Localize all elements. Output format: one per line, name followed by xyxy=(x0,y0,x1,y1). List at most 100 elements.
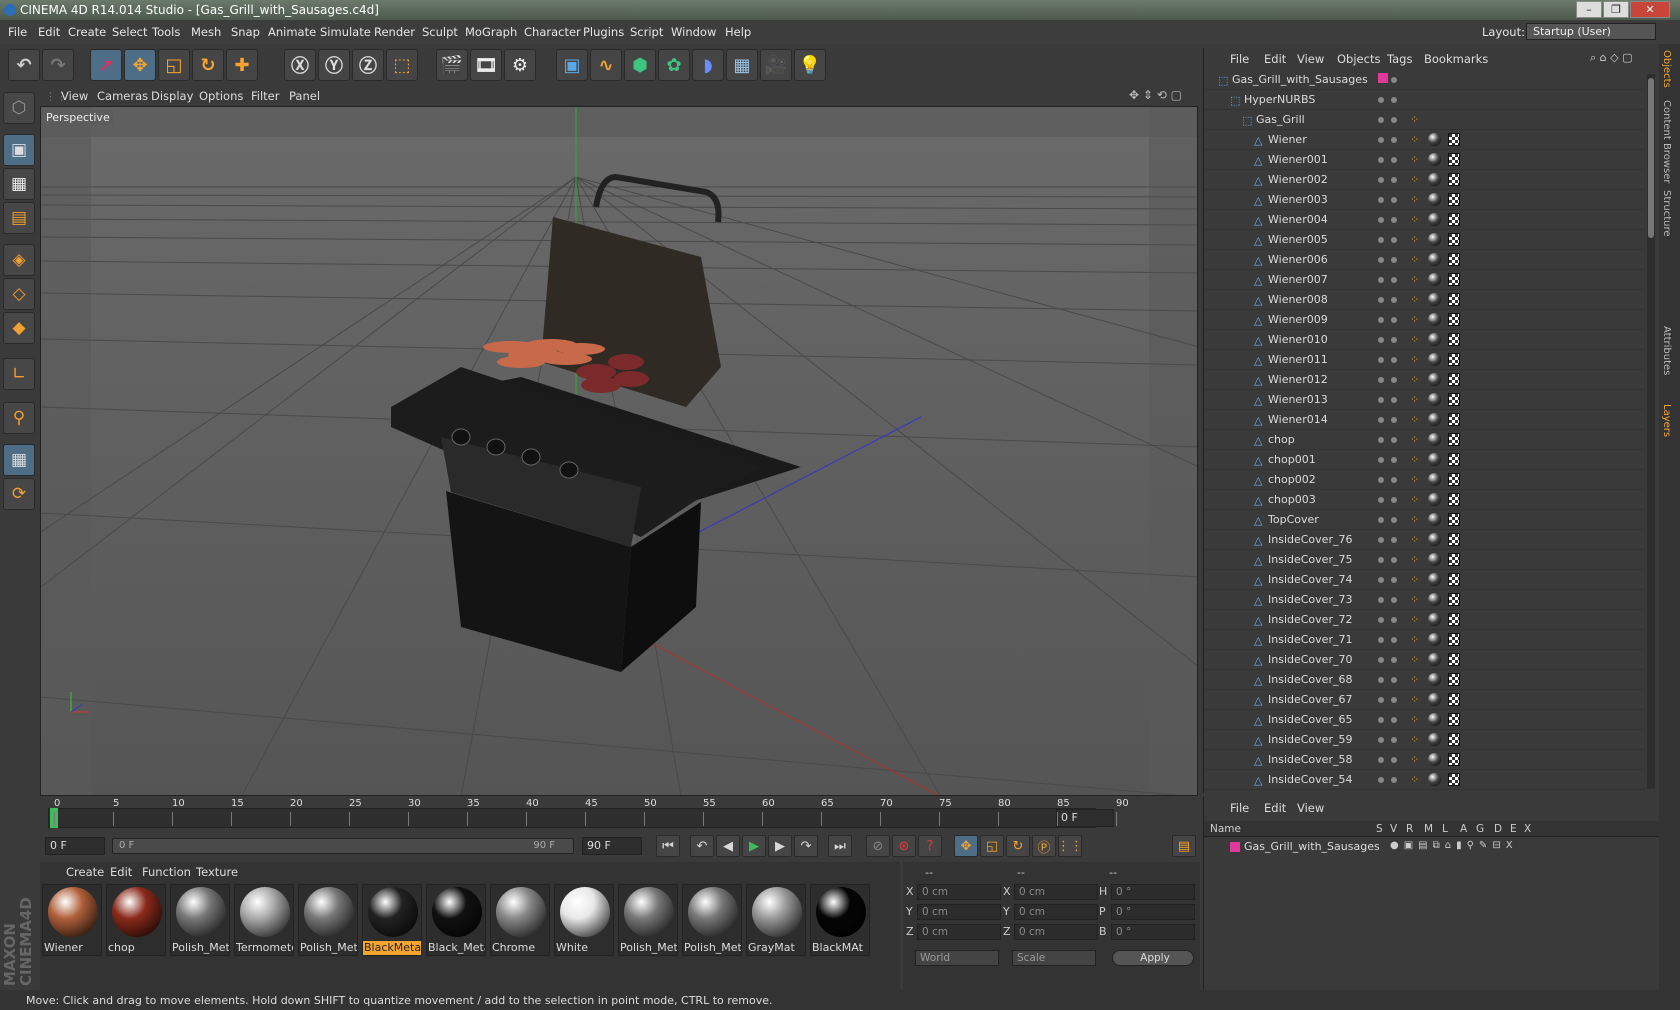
material-swatch[interactable]: chop xyxy=(106,884,166,956)
material-tag-icon[interactable] xyxy=(1428,453,1441,466)
render-visibility-dot[interactable] xyxy=(1391,557,1397,563)
material-tag-icon[interactable] xyxy=(1428,313,1441,326)
object-menu-bookmarks[interactable]: Bookmarks xyxy=(1424,52,1488,66)
timeline[interactable]: 0 F 0 5 10 15 20 25 30 35 40 45 50 55 60 65 70 75 80 85 90 xyxy=(40,798,1200,834)
end-frame-field[interactable]: 90 F xyxy=(582,837,642,855)
editor-visibility-dot[interactable] xyxy=(1378,257,1384,263)
material-swatch[interactable]: Termomete xyxy=(234,884,294,956)
material-swatch[interactable]: Black_Meta xyxy=(426,884,486,956)
editor-visibility-dot[interactable] xyxy=(1378,297,1384,303)
render-visibility-dot[interactable] xyxy=(1391,737,1397,743)
key-parameter-icon[interactable]: Ⓟ xyxy=(1032,835,1056,857)
editor-visibility-dot[interactable] xyxy=(1378,137,1384,143)
editor-visibility-dot[interactable] xyxy=(1378,477,1384,483)
editor-visibility-dot[interactable] xyxy=(1378,517,1384,523)
object-row[interactable]: △ Wiener ⁘ xyxy=(1204,130,1644,150)
texture-tag-icon[interactable] xyxy=(1448,413,1460,426)
object-row[interactable]: △ Wiener010 ⁘ xyxy=(1204,330,1644,350)
render-visibility-dot[interactable] xyxy=(1391,157,1397,163)
texture-tag-icon[interactable] xyxy=(1448,693,1460,706)
material-tag-icon[interactable] xyxy=(1428,693,1441,706)
object-row[interactable]: △ InsideCover_65 ⁘ xyxy=(1204,710,1644,730)
editor-visibility-dot[interactable] xyxy=(1378,337,1384,343)
render-visibility-dot[interactable] xyxy=(1391,117,1397,123)
object-row[interactable]: △ InsideCover_72 ⁘ xyxy=(1204,610,1644,630)
select-cursor-icon[interactable]: ➚ xyxy=(90,49,122,81)
z-axis-lock-icon[interactable]: Ⓩ xyxy=(352,49,384,81)
texture-tag-icon[interactable] xyxy=(1448,433,1460,446)
material-tag-icon[interactable] xyxy=(1428,673,1441,686)
position-field[interactable]: 0 cm xyxy=(917,884,1001,900)
previous-key-icon[interactable]: ↶ xyxy=(690,835,714,857)
undo-icon[interactable]: ↶ xyxy=(8,49,40,81)
cube-primitive-icon[interactable]: ▣ xyxy=(556,49,588,81)
next-frame-icon[interactable]: ▶ xyxy=(768,835,792,857)
material-tag-icon[interactable] xyxy=(1428,473,1441,486)
render-visibility-dot[interactable] xyxy=(1391,397,1397,403)
keyframe-selection-icon[interactable]: ? xyxy=(918,835,942,857)
side-tab-attributes[interactable]: Attributes xyxy=(1661,326,1672,375)
editor-visibility-dot[interactable] xyxy=(1378,697,1384,703)
editor-visibility-dot[interactable] xyxy=(1378,497,1384,503)
editor-visibility-dot[interactable] xyxy=(1378,457,1384,463)
editor-visibility-dot[interactable] xyxy=(1378,737,1384,743)
record-keys-icon[interactable]: ⊘ xyxy=(866,835,890,857)
render-visibility-dot[interactable] xyxy=(1391,637,1397,643)
texture-tag-icon[interactable] xyxy=(1448,393,1460,406)
render-visibility-dot[interactable] xyxy=(1391,417,1397,423)
minimize-button[interactable]: – xyxy=(1576,1,1602,18)
render-visibility-dot[interactable] xyxy=(1391,77,1397,83)
rotation-field[interactable]: 0 ° xyxy=(1111,884,1195,900)
position-field[interactable]: 0 cm xyxy=(917,904,1001,920)
object-row[interactable]: △ Wiener013 ⁘ xyxy=(1204,390,1644,410)
move-tool-icon[interactable]: ✥ xyxy=(124,49,156,81)
texture-tag-icon[interactable] xyxy=(1448,193,1460,206)
editor-visibility-dot[interactable] xyxy=(1378,657,1384,663)
material-tag-icon[interactable] xyxy=(1428,433,1441,446)
material-tag-icon[interactable] xyxy=(1428,133,1441,146)
object-menu-file[interactable]: File xyxy=(1230,52,1249,66)
editor-visibility-dot[interactable] xyxy=(1378,177,1384,183)
object-row[interactable]: △ Wiener011 ⁘ xyxy=(1204,350,1644,370)
material-tag-icon[interactable] xyxy=(1428,733,1441,746)
texture-tag-icon[interactable] xyxy=(1448,153,1460,166)
object-row[interactable]: △ InsideCover_68 ⁘ xyxy=(1204,670,1644,690)
editor-visibility-dot[interactable] xyxy=(1378,577,1384,583)
object-row[interactable]: △ InsideCover_74 ⁘ xyxy=(1204,570,1644,590)
render-visibility-dot[interactable] xyxy=(1391,517,1397,523)
material-swatch[interactable]: White xyxy=(554,884,614,956)
autokey-icon[interactable]: ⊛ xyxy=(892,835,916,857)
render-visibility-dot[interactable] xyxy=(1391,257,1397,263)
layout-select[interactable]: Startup (User) xyxy=(1526,23,1656,40)
viewport-menu-cameras[interactable]: Cameras xyxy=(97,89,148,103)
object-row[interactable]: △ InsideCover_59 ⁘ xyxy=(1204,730,1644,750)
material-swatch[interactable]: BlackMAt xyxy=(810,884,870,956)
y-axis-lock-icon[interactable]: Ⓨ xyxy=(318,49,350,81)
texture-tag-icon[interactable] xyxy=(1448,713,1460,726)
light-icon[interactable]: 💡 xyxy=(794,49,826,81)
render-visibility-dot[interactable] xyxy=(1391,697,1397,703)
magnet-icon[interactable]: ⚲ xyxy=(3,402,35,434)
points-mode-icon[interactable]: ◈ xyxy=(3,244,35,276)
render-visibility-dot[interactable] xyxy=(1391,617,1397,623)
texture-tag-icon[interactable] xyxy=(1448,653,1460,666)
model-mode-icon[interactable]: ▣ xyxy=(3,134,35,166)
material-tag-icon[interactable] xyxy=(1428,333,1441,346)
material-tag-icon[interactable] xyxy=(1428,233,1441,246)
material-tag-icon[interactable] xyxy=(1428,773,1441,786)
rotation-field[interactable]: 0 ° xyxy=(1111,904,1195,920)
texture-tag-icon[interactable] xyxy=(1448,453,1460,466)
render-visibility-dot[interactable] xyxy=(1391,137,1397,143)
viewport-menu-panel[interactable]: Panel xyxy=(289,89,320,103)
floor-icon[interactable]: ▦ xyxy=(726,49,758,81)
render-visibility-dot[interactable] xyxy=(1391,197,1397,203)
go-to-end-icon[interactable]: ⏭ xyxy=(828,835,852,857)
object-row[interactable]: △ InsideCover_76 ⁘ xyxy=(1204,530,1644,550)
object-row[interactable]: △ chop002 ⁘ xyxy=(1204,470,1644,490)
menu-animate[interactable]: Animate xyxy=(268,25,316,39)
object-row[interactable]: △ TopCover ⁘ xyxy=(1204,510,1644,530)
axis-mode-icon[interactable]: ∟ xyxy=(3,358,35,390)
layer-menu-edit[interactable]: Edit xyxy=(1264,801,1286,815)
material-tag-icon[interactable] xyxy=(1428,533,1441,546)
object-row[interactable]: ⬚ Gas_Grill_with_Sausages xyxy=(1204,70,1644,90)
